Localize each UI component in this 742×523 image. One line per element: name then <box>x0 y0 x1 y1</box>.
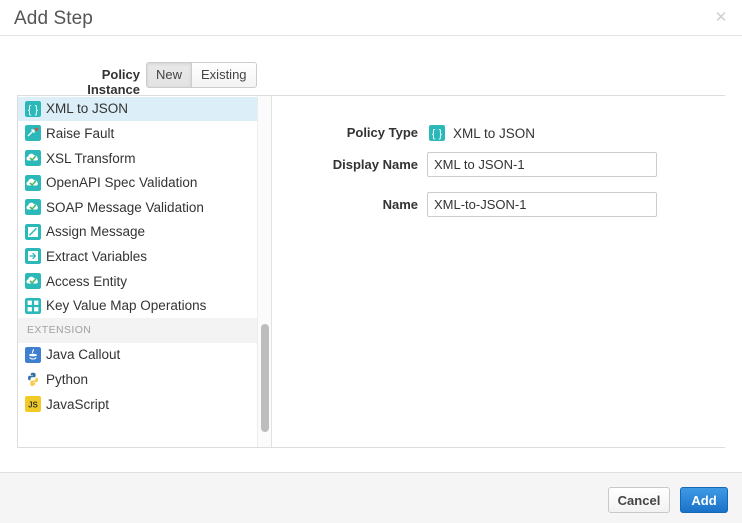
policy-instance-label: Policy Instance <box>52 67 140 97</box>
policy-list-item-label: Assign Message <box>46 224 145 239</box>
display-name-label: Display Name <box>272 152 418 178</box>
policy-list-item[interactable]: XSL Transform <box>18 146 272 171</box>
policy-instance-toggle-group[interactable]: New Existing <box>146 62 257 88</box>
policy-list-item-label: Raise Fault <box>46 126 114 141</box>
javascript-icon: JS <box>25 396 41 412</box>
name-input[interactable] <box>427 192 657 217</box>
assign-message-icon <box>25 224 41 240</box>
display-name-row: Display Name <box>272 152 725 178</box>
content-panel: </>JSON to XML{ }XML to JSONRaise FaultX… <box>17 95 725 448</box>
policy-list-item[interactable]: SOAP Message Validation <box>18 195 272 220</box>
svg-text:{ }: { } <box>28 104 39 116</box>
policy-list-item-label: JavaScript <box>46 397 109 412</box>
policy-type-label: Policy Type <box>272 120 418 146</box>
xml-to-json-icon: { } <box>429 125 445 141</box>
raise-fault-icon <box>25 125 41 141</box>
xsl-transform-icon <box>25 150 41 166</box>
policy-instance-row: Policy Instance New Existing <box>0 62 742 88</box>
extract-variables-icon <box>25 248 41 264</box>
policy-type-row: Policy Type { } XML to JSON <box>272 120 725 146</box>
display-name-input[interactable] <box>427 152 657 177</box>
policy-list-item[interactable]: Assign Message <box>18 220 272 245</box>
policy-list-item[interactable]: JS JavaScript <box>18 392 272 417</box>
policy-list-item-label: Extract Variables <box>46 249 147 264</box>
policy-list-section-header: EXTENSION <box>18 318 272 343</box>
policy-list-item-label: Key Value Map Operations <box>46 298 206 313</box>
svg-text:JS: JS <box>28 401 38 410</box>
policy-list-item-label: Access Entity <box>46 274 127 289</box>
openapi-spec-validation-icon <box>25 175 41 191</box>
policy-list-scrollbar[interactable] <box>257 96 271 447</box>
add-button[interactable]: Add <box>680 487 728 513</box>
policy-list-item-label: Python <box>46 372 88 387</box>
name-row: Name <box>272 192 725 218</box>
policy-type-value: { } XML to JSON <box>429 120 535 146</box>
policy-instance-new-button[interactable]: New <box>147 63 191 87</box>
soap-message-validation-icon <box>25 199 41 215</box>
policy-list-item[interactable]: Extract Variables <box>18 244 272 269</box>
svg-text:{ }: { } <box>432 128 443 140</box>
python-icon <box>25 371 41 387</box>
policy-list: </>JSON to XML{ }XML to JSONRaise FaultX… <box>18 96 272 416</box>
policy-list-item[interactable]: Raise Fault <box>18 121 272 146</box>
policy-list-item[interactable]: OpenAPI Spec Validation <box>18 170 272 195</box>
policy-list-item[interactable]: Java Callout <box>18 343 272 368</box>
policy-detail-panel: Policy Type { } XML to JSON Display Name… <box>272 96 725 447</box>
policy-type-value-label: XML to JSON <box>453 126 535 141</box>
policy-list-item[interactable]: Python <box>18 367 272 392</box>
java-callout-icon <box>25 347 41 363</box>
name-label: Name <box>272 192 418 218</box>
access-entity-icon <box>25 273 41 289</box>
key-value-map-operations-icon <box>25 298 41 314</box>
close-icon[interactable]: ✕ <box>712 9 730 27</box>
cancel-button[interactable]: Cancel <box>608 487 670 513</box>
dialog-footer: Cancel Add <box>0 472 742 523</box>
xml-to-json-icon: { } <box>25 101 41 117</box>
page-title: Add Step <box>14 8 93 30</box>
policy-list-item-label: OpenAPI Spec Validation <box>46 175 197 190</box>
policy-list-panel[interactable]: </>JSON to XML{ }XML to JSONRaise FaultX… <box>18 96 272 447</box>
policy-instance-existing-button[interactable]: Existing <box>191 63 256 87</box>
policy-list-item[interactable]: { } XML to JSON <box>18 97 272 122</box>
policy-list-item[interactable]: Access Entity <box>18 269 272 294</box>
policy-list-item-label: SOAP Message Validation <box>46 200 204 215</box>
policy-list-scrollbar-thumb[interactable] <box>261 324 269 432</box>
policy-list-item[interactable]: Key Value Map Operations <box>18 293 272 318</box>
policy-list-item-label: XML to JSON <box>46 101 128 116</box>
policy-list-item-label: Java Callout <box>46 347 120 362</box>
policy-list-item-label: XSL Transform <box>46 151 136 166</box>
dialog-header: Add Step ✕ <box>0 0 742 36</box>
